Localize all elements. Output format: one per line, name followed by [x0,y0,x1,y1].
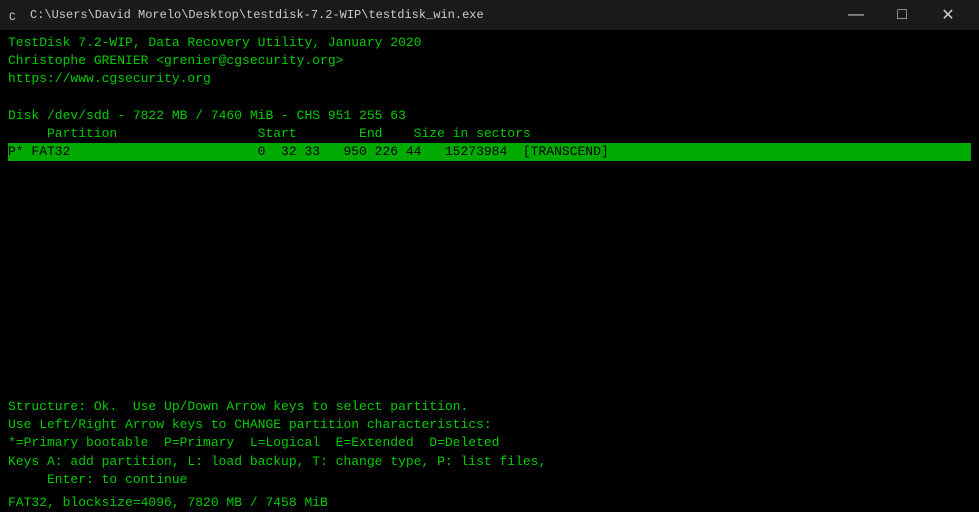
terminal-spacer [8,161,971,398]
status-line4: Keys A: add partition, L: load backup, T… [8,453,971,471]
partition-column-header: Partition Start End Size in sectors [8,125,971,143]
status-line3: *=Primary bootable P=Primary L=Logical E… [8,434,971,452]
app-icon: C [8,7,24,23]
status-line2: Use Left/Right Arrow keys to CHANGE part… [8,416,971,434]
close-button[interactable]: ✕ [925,0,971,30]
title-bar-text: C:\Users\David Morelo\Desktop\testdisk-7… [30,8,833,22]
line-app-title: TestDisk 7.2-WIP, Data Recovery Utility,… [8,34,971,52]
bottom-status-bar: FAT32, blocksize=4096, 7820 MB / 7458 Mi… [0,493,979,512]
partition-row-selected[interactable]: P* FAT32 0 32 33 950 226 44 15273984 [TR… [8,143,971,161]
status-line5: Enter: to continue [8,471,971,489]
line-disk-info: Disk /dev/sdd - 7822 MB / 7460 MiB - CHS… [8,107,971,125]
title-bar: C C:\Users\David Morelo\Desktop\testdisk… [0,0,979,30]
svg-text:C: C [9,12,16,23]
line-url: https://www.cgsecurity.org [8,70,971,88]
line-blank1 [8,89,971,107]
line-author: Christophe GRENIER <grenier@cgsecurity.o… [8,52,971,70]
bottom-status-text: FAT32, blocksize=4096, 7820 MB / 7458 Mi… [8,495,328,510]
partition-row-text: P* FAT32 0 32 33 950 226 44 15273984 [TR… [8,143,971,161]
terminal-area: TestDisk 7.2-WIP, Data Recovery Utility,… [0,30,979,493]
window-controls: — □ ✕ [833,0,971,30]
minimize-button[interactable]: — [833,0,879,30]
status-line1: Structure: Ok. Use Up/Down Arrow keys to… [8,398,971,416]
maximize-button[interactable]: □ [879,0,925,30]
